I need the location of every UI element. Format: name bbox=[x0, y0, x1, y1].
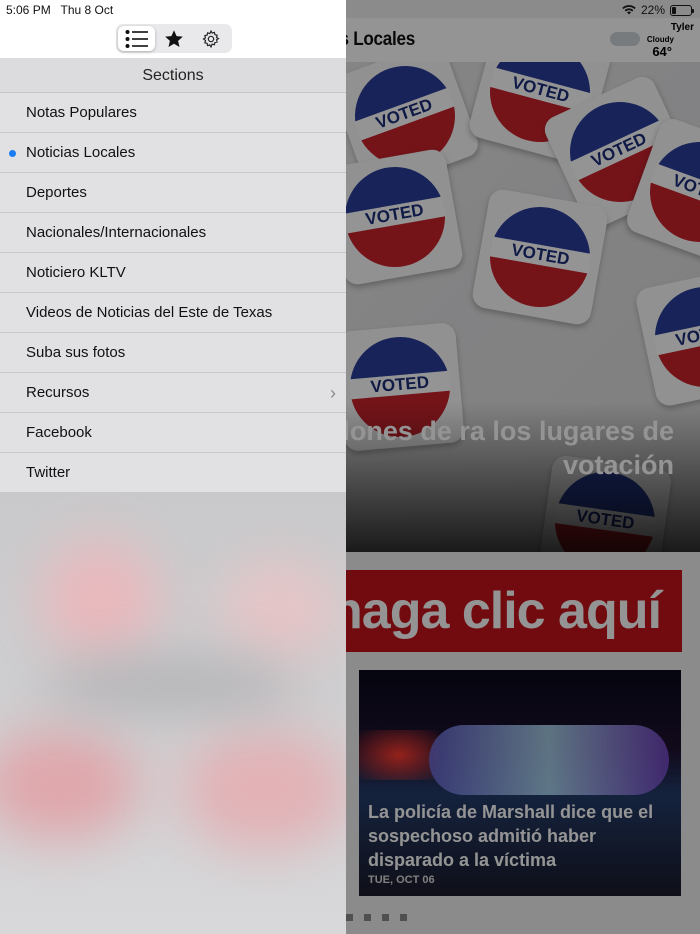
section-item-label: Recursos bbox=[26, 384, 90, 401]
battery-percent: 22% bbox=[640, 3, 665, 17]
panel-title: Sections bbox=[0, 58, 346, 93]
status-icons: 22% bbox=[622, 2, 694, 18]
section-item-twitter[interactable]: Twitter bbox=[0, 453, 346, 493]
selected-dot-icon bbox=[9, 150, 16, 157]
section-item-noticias-locales[interactable]: Noticias Locales bbox=[0, 133, 346, 173]
wifi-icon bbox=[622, 5, 636, 15]
panel-segmented-control bbox=[116, 24, 232, 53]
section-item-notas-populares[interactable]: Notas Populares bbox=[0, 93, 346, 133]
section-item-recursos[interactable]: Recursos › bbox=[0, 373, 346, 413]
section-item-label: Notas Populares bbox=[26, 104, 137, 121]
section-item-label: Videos de Noticias del Este de Texas bbox=[26, 304, 273, 321]
section-item-suba-fotos[interactable]: Suba sus fotos bbox=[0, 333, 346, 373]
section-item-label: Noticias Locales bbox=[26, 144, 136, 161]
panel-toolbar: 5:06 PM Thu 8 Oct bbox=[0, 0, 346, 58]
section-item-nacionales[interactable]: Nacionales/Internacionales bbox=[0, 213, 346, 253]
chevron-right-icon: › bbox=[330, 383, 336, 403]
favorites-tab[interactable] bbox=[155, 26, 192, 51]
settings-tab[interactable] bbox=[193, 26, 230, 51]
section-item-deportes[interactable]: Deportes bbox=[0, 173, 346, 213]
section-item-label: Noticiero KLTV bbox=[26, 264, 126, 281]
section-item-noticiero-kltv[interactable]: Noticiero KLTV bbox=[0, 253, 346, 293]
section-item-label: Suba sus fotos bbox=[26, 344, 126, 361]
battery-icon bbox=[670, 4, 694, 16]
star-icon bbox=[165, 29, 183, 47]
sections-list: Notas Populares Noticias Locales Deporte… bbox=[0, 93, 346, 493]
section-item-videos[interactable]: Videos de Noticias del Este de Texas bbox=[0, 293, 346, 333]
section-item-label: Twitter bbox=[26, 464, 71, 481]
section-item-label: Nacionales/Internacionales bbox=[26, 224, 207, 241]
section-item-label: Facebook bbox=[26, 424, 92, 441]
sections-panel: 5:06 PM Thu 8 Oct Sections Notas Popular… bbox=[0, 0, 346, 934]
section-item-label: Deportes bbox=[26, 184, 87, 201]
status-time: 5:06 PM Thu 8 Oct bbox=[6, 3, 114, 17]
sections-tab[interactable] bbox=[118, 26, 156, 51]
gear-icon bbox=[202, 29, 220, 48]
list-icon bbox=[125, 29, 148, 48]
section-item-facebook[interactable]: Facebook bbox=[0, 413, 346, 453]
